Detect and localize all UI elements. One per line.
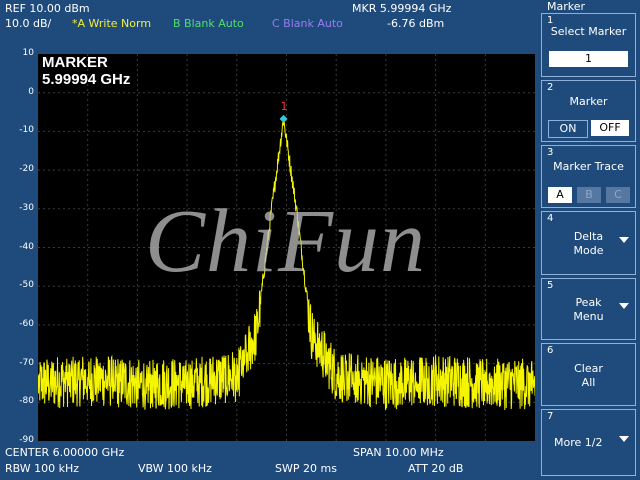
- softkey-number: 3: [547, 147, 554, 158]
- marker-number-label: 1: [281, 100, 288, 113]
- trace-c-status: C Blank Auto: [272, 17, 343, 30]
- softkey-clear-all[interactable]: 6 Clear All: [541, 343, 636, 406]
- watermark: ChiFun: [145, 192, 427, 291]
- softkey-label: Select Marker: [550, 25, 627, 38]
- softkey-label-line2: Mode: [573, 244, 604, 257]
- marker-off-option[interactable]: OFF: [591, 120, 629, 136]
- marker-overlay-frequency: 5.99994 GHz: [42, 71, 131, 88]
- marker-frequency-readout: MKR 5.99994 GHz: [352, 2, 452, 15]
- y-tick-label: 10: [22, 48, 34, 58]
- select-marker-value[interactable]: 1: [549, 51, 628, 67]
- y-tick-label: -20: [19, 164, 34, 175]
- marker-diamond: [279, 114, 288, 123]
- rbw: RBW 100 kHz: [5, 462, 80, 475]
- vbw: VBW 100 kHz: [138, 462, 212, 475]
- softkey-number: 6: [547, 345, 554, 356]
- marker-on-option[interactable]: ON: [548, 120, 588, 138]
- softkey-number: 5: [547, 280, 554, 291]
- submenu-arrow-icon: [619, 303, 629, 309]
- trace-c-option[interactable]: C: [606, 187, 630, 203]
- y-tick-label: -70: [19, 357, 34, 368]
- span: SPAN 10.00 MHz: [353, 446, 444, 459]
- softkey-marker-trace[interactable]: 3 Marker Trace A B C: [541, 145, 636, 208]
- softkey-delta-mode[interactable]: 4 Delta Mode: [541, 211, 636, 275]
- y-tick-label: -30: [19, 202, 34, 213]
- trace-a-option[interactable]: A: [548, 187, 572, 203]
- y-tick-label: -50: [19, 280, 34, 291]
- softkey-label: Marker Trace: [553, 160, 624, 173]
- softkey-peak-menu[interactable]: 5 Peak Menu: [541, 278, 636, 340]
- softkey-marker-onoff[interactable]: 2 Marker ON OFF: [541, 80, 636, 142]
- softkey-number: 2: [547, 82, 554, 93]
- sweep-time: SWP 20 ms: [275, 462, 337, 475]
- marker-level-readout: -6.76 dBm: [387, 17, 445, 30]
- softkey-more[interactable]: 7 More 1/2: [541, 409, 636, 476]
- softkey-label: Marker: [569, 95, 608, 108]
- marker-overlay: MARKER 5.99994 GHz: [42, 54, 130, 88]
- y-tick-label: -60: [19, 318, 34, 329]
- y-tick-label: -10: [19, 125, 34, 136]
- softkey-number: 7: [547, 411, 554, 422]
- submenu-arrow-icon: [619, 436, 629, 442]
- softkey-select-marker[interactable]: 1 Select Marker 1: [541, 13, 636, 77]
- softkey-label-line2: All: [581, 376, 596, 389]
- trace-b-option[interactable]: B: [577, 187, 601, 203]
- attenuation: ATT 20 dB: [408, 462, 464, 475]
- trace-a-status: *A Write Norm: [72, 17, 152, 30]
- trace-b-status: B Blank Auto: [173, 17, 244, 30]
- softkey-number: 4: [547, 213, 554, 224]
- y-tick-label: -40: [19, 241, 34, 252]
- y-tick-label: 0: [28, 86, 34, 97]
- softkey-label-line1: Clear: [574, 362, 603, 375]
- scale-per-div: 10.0 dB/: [5, 17, 52, 30]
- marker-title: MARKER: [42, 54, 108, 71]
- ref-level: REF 10.00 dBm: [5, 2, 90, 15]
- center-frequency: CENTER 6.00000 GHz: [5, 446, 125, 459]
- submenu-arrow-icon: [619, 236, 629, 243]
- y-tick-label: -90: [19, 435, 34, 445]
- y-tick-label: -80: [19, 396, 34, 407]
- softkey-menu-title: Marker: [541, 0, 636, 13]
- softkey-label-line2: Menu: [573, 310, 604, 323]
